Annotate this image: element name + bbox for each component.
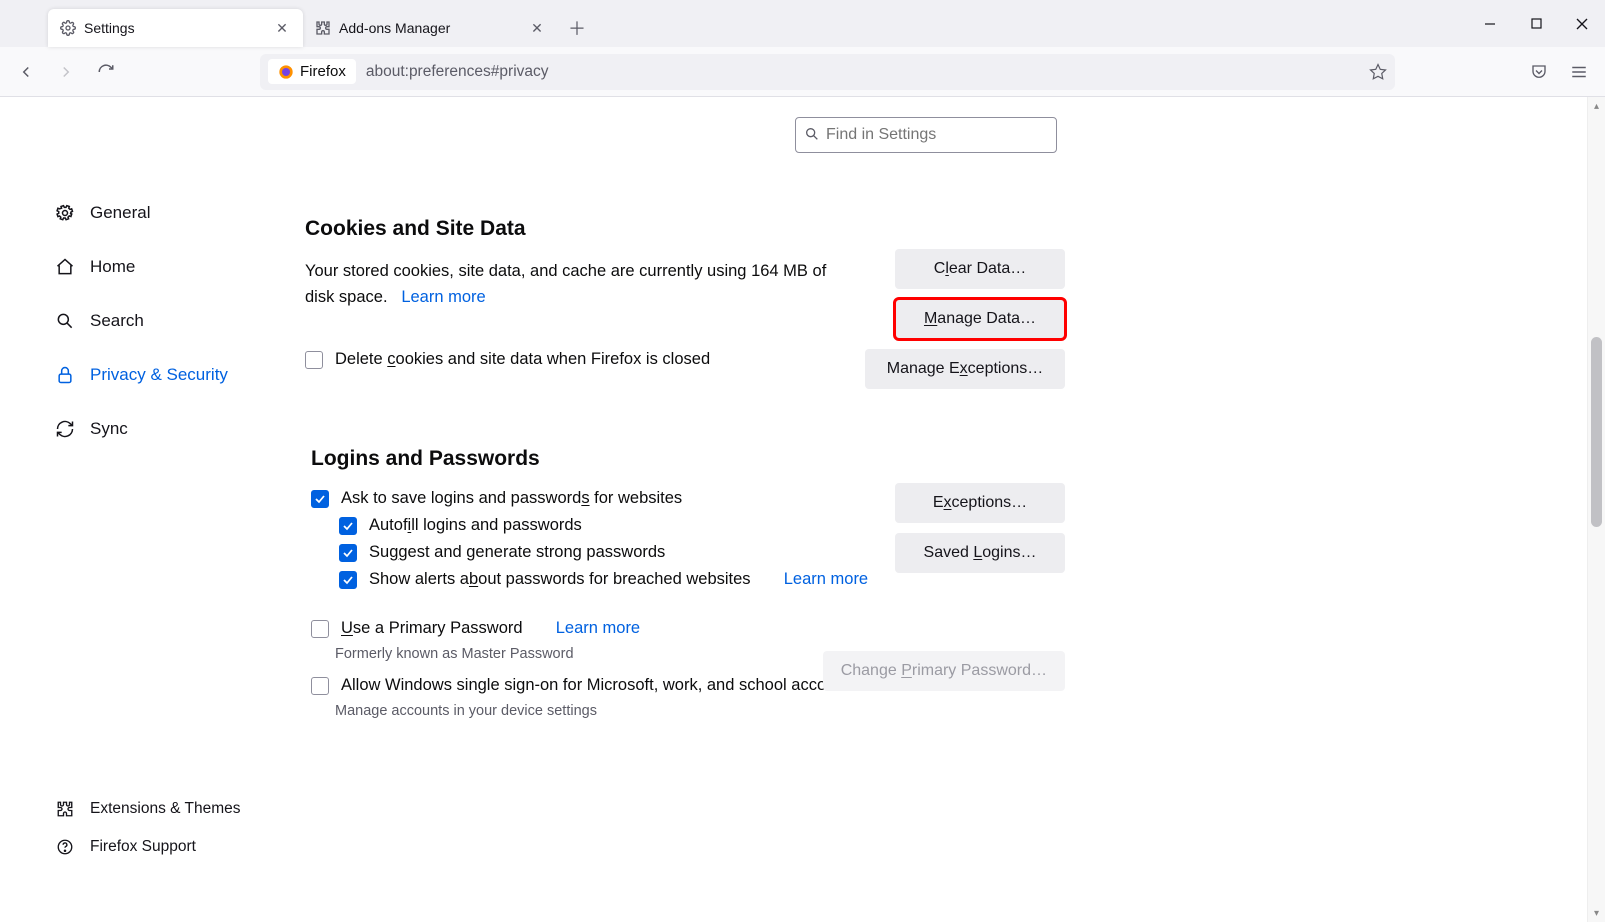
find-in-settings-input[interactable]: [795, 117, 1057, 153]
autofill-checkbox[interactable]: [339, 517, 357, 535]
firefox-logo-icon: [278, 64, 294, 80]
back-button[interactable]: [8, 54, 44, 90]
app-menu-button[interactable]: [1561, 54, 1597, 90]
scroll-down-button[interactable]: ▾: [1588, 904, 1605, 922]
home-icon: [54, 256, 76, 278]
sidebar-item-label: Home: [90, 257, 135, 277]
alerts-checkbox[interactable]: [339, 571, 357, 589]
navigation-toolbar: Firefox about:preferences#privacy: [0, 47, 1605, 97]
learn-more-link[interactable]: Learn more: [556, 619, 640, 638]
saved-logins-button[interactable]: Saved Logins…: [895, 533, 1065, 573]
identity-label: Firefox: [300, 63, 346, 80]
sso-label[interactable]: Allow Windows single sign-on for Microso…: [341, 676, 857, 695]
lock-icon: [54, 364, 76, 386]
primary-password-row: Use a Primary Password Learn more: [305, 619, 1065, 638]
sidebar-item-label: Sync: [90, 419, 128, 439]
tab-label: Settings: [84, 20, 135, 36]
sidebar-item-label: Firefox Support: [90, 838, 196, 856]
ask-save-label[interactable]: Ask to save logins and passwords for web…: [341, 489, 682, 508]
sidebar-item-home[interactable]: Home: [50, 246, 260, 288]
identity-box[interactable]: Firefox: [268, 59, 356, 84]
sidebar-item-sync[interactable]: Sync: [50, 408, 260, 450]
tab-settings[interactable]: Settings ✕: [48, 9, 303, 47]
window-controls: [1467, 0, 1605, 47]
suggest-label[interactable]: Suggest and generate strong passwords: [369, 543, 665, 562]
scroll-up-button[interactable]: ▴: [1588, 97, 1605, 115]
primary-password-checkbox[interactable]: [311, 620, 329, 638]
close-tab-button[interactable]: ✕: [528, 19, 546, 37]
maximize-button[interactable]: [1513, 0, 1559, 47]
logins-exceptions-button[interactable]: Exceptions…: [895, 483, 1065, 523]
sso-checkbox[interactable]: [311, 677, 329, 695]
sidebar-item-label: General: [90, 203, 150, 223]
close-tab-button[interactable]: ✕: [273, 19, 291, 37]
sidebar-item-label: Privacy & Security: [90, 365, 228, 385]
section-title-logins: Logins and Passwords: [305, 447, 1065, 471]
cookies-usage-text: Your stored cookies, site data, and cach…: [305, 259, 845, 310]
alerts-label[interactable]: Show alerts about passwords for breached…: [369, 570, 751, 589]
sidebar-item-support[interactable]: Firefox Support: [50, 828, 310, 866]
bookmark-star-icon[interactable]: [1369, 63, 1387, 81]
learn-more-link[interactable]: Learn more: [401, 288, 485, 306]
preferences-content: General Home Search Privacy & Security S…: [0, 97, 1587, 922]
pocket-button[interactable]: [1521, 54, 1557, 90]
gear-icon: [54, 202, 76, 224]
help-icon: [54, 836, 76, 858]
category-sidebar: General Home Search Privacy & Security S…: [50, 192, 260, 450]
forward-button[interactable]: [48, 54, 84, 90]
sidebar-footer: Extensions & Themes Firefox Support: [50, 790, 310, 866]
url-bar[interactable]: Firefox about:preferences#privacy: [260, 54, 1395, 90]
sidebar-item-general[interactable]: General: [50, 192, 260, 234]
delete-on-close-label[interactable]: Delete cookies and site data when Firefo…: [335, 350, 710, 369]
manage-data-button[interactable]: Manage Data…: [895, 299, 1065, 339]
vertical-scrollbar[interactable]: ▴ ▾: [1587, 97, 1605, 922]
delete-on-close-checkbox[interactable]: [305, 351, 323, 369]
close-window-button[interactable]: [1559, 0, 1605, 47]
tab-addons[interactable]: Add-ons Manager ✕: [303, 9, 558, 47]
puzzle-icon: [54, 798, 76, 820]
url-text: about:preferences#privacy: [366, 63, 549, 81]
search-icon: [54, 310, 76, 332]
sidebar-item-privacy[interactable]: Privacy & Security: [50, 354, 260, 396]
sidebar-item-search[interactable]: Search: [50, 300, 260, 342]
find-in-settings: [795, 117, 1057, 153]
sync-icon: [54, 418, 76, 440]
autofill-label[interactable]: Autofill logins and passwords: [369, 516, 582, 535]
search-icon: [804, 126, 820, 142]
ask-save-checkbox[interactable]: [311, 490, 329, 508]
change-primary-password-button[interactable]: Change Primary Password…: [823, 651, 1065, 691]
puzzle-icon: [315, 20, 331, 36]
sidebar-item-label: Extensions & Themes: [90, 800, 240, 818]
reload-button[interactable]: [88, 54, 124, 90]
gear-icon: [60, 20, 76, 36]
suggest-checkbox[interactable]: [339, 544, 357, 562]
primary-password-label[interactable]: Use a Primary Password: [341, 619, 523, 638]
main-panel: Cookies and Site Data Your stored cookie…: [305, 217, 1065, 733]
tab-strip: Settings ✕ Add-ons Manager ✕ ＋: [0, 0, 1605, 47]
minimize-button[interactable]: [1467, 0, 1513, 47]
firefox-window: Settings ✕ Add-ons Manager ✕ ＋ Firefox: [0, 0, 1605, 922]
clear-data-button[interactable]: Clear Data…: [895, 249, 1065, 289]
sidebar-item-label: Search: [90, 311, 144, 331]
learn-more-link[interactable]: Learn more: [784, 570, 868, 589]
new-tab-button[interactable]: ＋: [562, 13, 592, 43]
sso-note: Manage accounts in your device settings: [305, 703, 1065, 719]
section-title-cookies: Cookies and Site Data: [305, 217, 1065, 241]
manage-exceptions-button[interactable]: Manage Exceptions…: [865, 349, 1065, 389]
sidebar-item-extensions[interactable]: Extensions & Themes: [50, 790, 310, 828]
tab-label: Add-ons Manager: [339, 20, 450, 36]
scrollbar-thumb[interactable]: [1591, 337, 1602, 527]
